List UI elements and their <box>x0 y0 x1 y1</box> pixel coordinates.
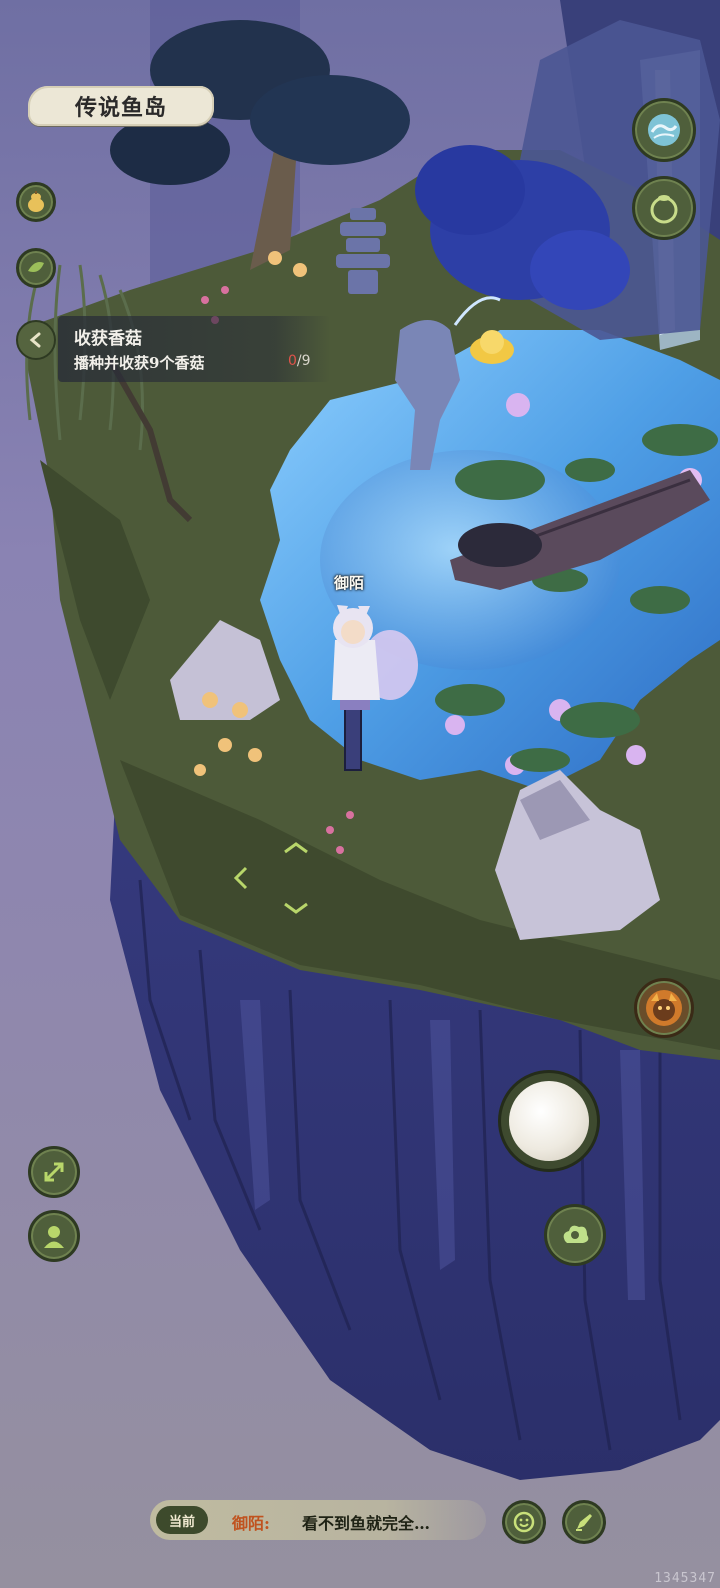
chat-edit-icon <box>576 1514 592 1531</box>
leaf-icon <box>28 262 44 272</box>
game-scene <box>20 0 720 1480</box>
bag-button[interactable] <box>632 176 696 240</box>
cloud-skill-icon <box>563 1225 589 1243</box>
movement-joystick[interactable] <box>498 1070 600 1172</box>
gourd-icon <box>28 191 44 212</box>
wave-button[interactable] <box>632 98 696 162</box>
quest-description: 播种并收获9个香菇 <box>74 354 205 372</box>
monster-portrait-button[interactable] <box>634 978 694 1038</box>
chat-channel-badge[interactable]: 当前 <box>156 1506 208 1534</box>
quest-panel[interactable]: 收获香菇 播种并收获9个香菇 0/9 <box>58 316 330 382</box>
quest-progress-current: 0 <box>288 353 297 369</box>
emoji-button[interactable] <box>502 1500 546 1544</box>
emoji-icon <box>513 1511 535 1533</box>
player-name-tag: 御陌 <box>334 574 365 592</box>
gourd-button[interactable] <box>16 182 56 222</box>
build-id: 1345347 <box>654 1571 716 1586</box>
expand-icon <box>44 1162 64 1182</box>
location-name: 传说鱼岛 <box>74 95 167 121</box>
quest-progress-total: /9 <box>296 353 311 369</box>
chat-message: 看不到鱼就完全… <box>302 1514 431 1533</box>
cloud-skill-button[interactable] <box>544 1204 606 1266</box>
quest-title: 收获香菇 <box>74 329 142 349</box>
location-banner: 传说鱼岛 <box>28 86 214 126</box>
character-icon <box>44 1226 64 1248</box>
chat-edit-button[interactable] <box>562 1500 606 1544</box>
chat-bar[interactable]: 当前 御陌: 看不到鱼就完全… <box>150 1500 486 1540</box>
quest-collapse-button[interactable] <box>16 320 56 360</box>
quest-progress: 0/9 <box>288 353 311 369</box>
monster-portrait-icon <box>646 990 682 1026</box>
back-arrow-icon <box>29 332 41 348</box>
character-button[interactable] <box>28 1210 80 1262</box>
bag-icon <box>650 195 678 224</box>
expand-button[interactable] <box>28 1146 80 1198</box>
chat-speaker: 御陌: <box>232 1514 270 1533</box>
wave-icon <box>648 114 680 146</box>
joystick-knob[interactable] <box>509 1081 589 1161</box>
leaf-button[interactable] <box>16 248 56 288</box>
